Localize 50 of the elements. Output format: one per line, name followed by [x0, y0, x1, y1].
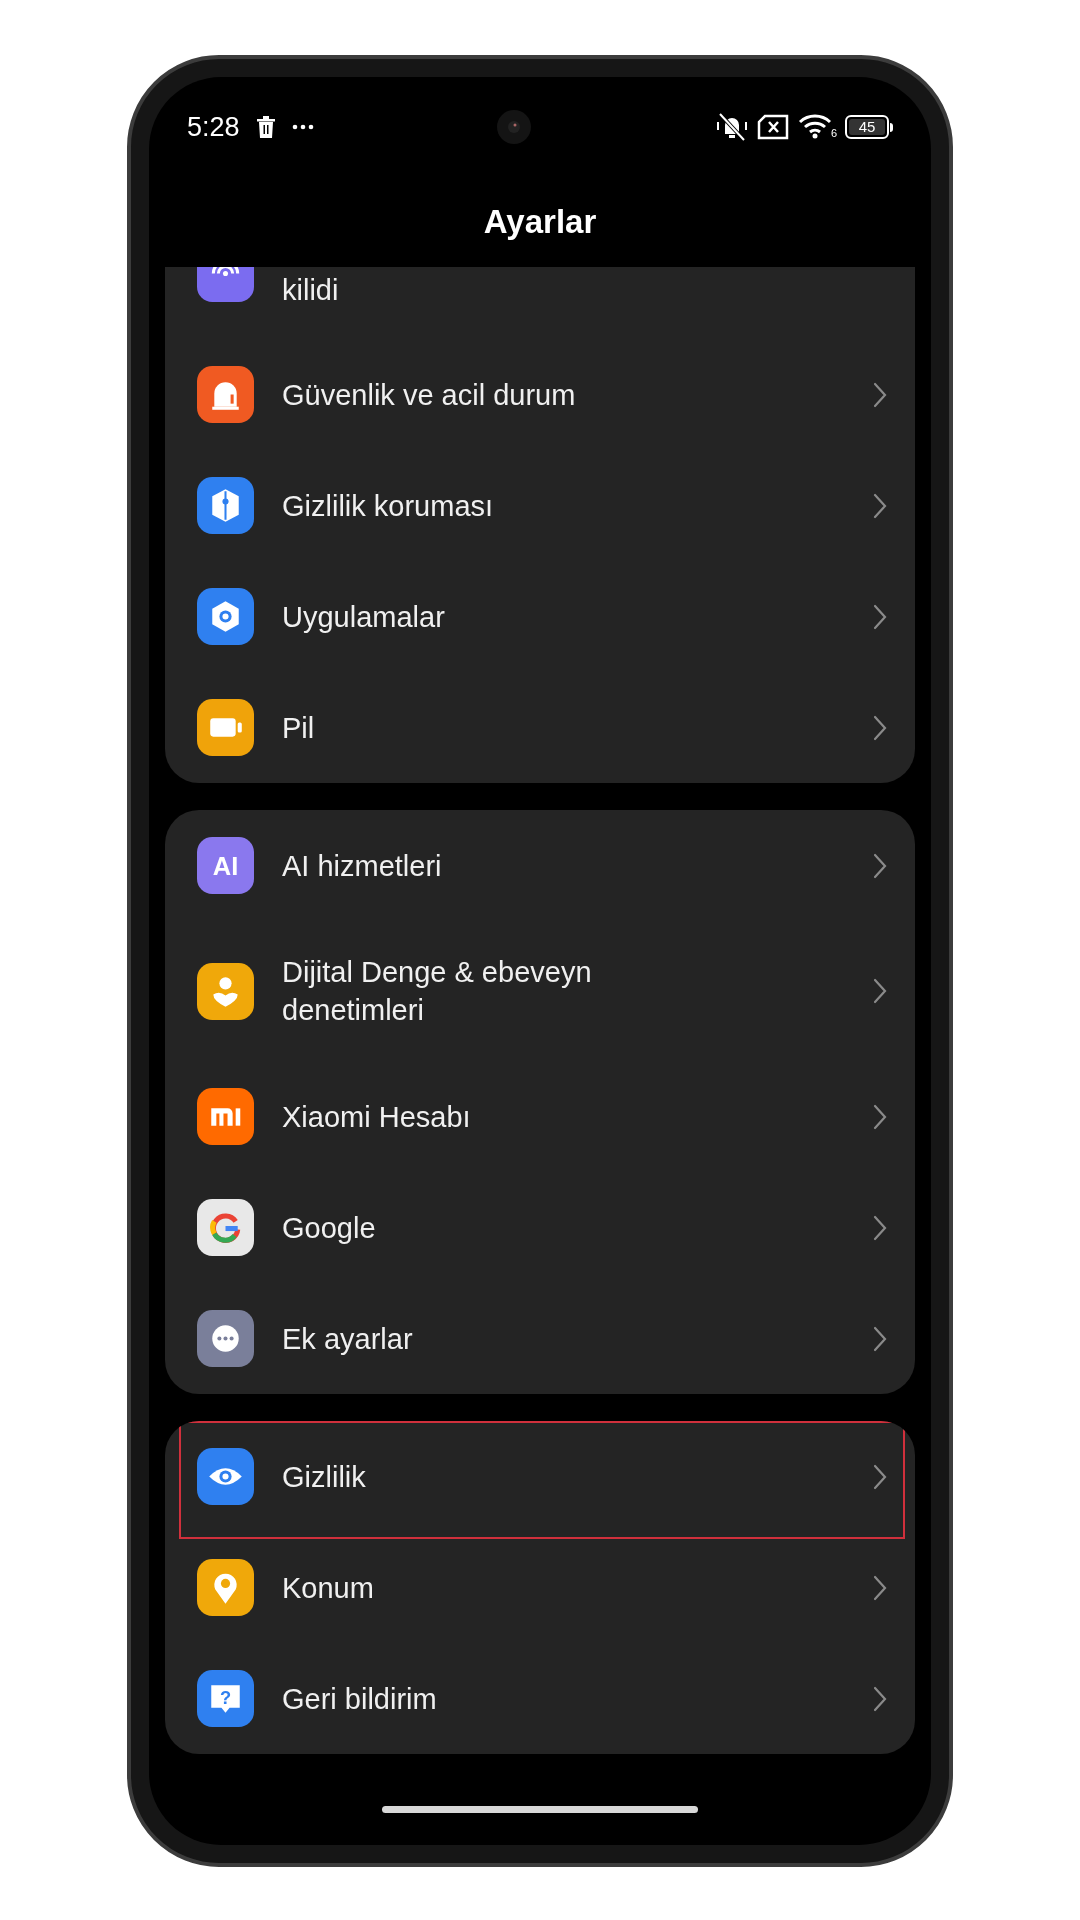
settings-row[interactable]: Gizlilik — [165, 1421, 915, 1532]
chevron-right-icon — [873, 1214, 887, 1241]
settings-row[interactable]: ? Geri bildirim — [165, 1643, 915, 1754]
row-label: Dijital Denge & ebeveyn denetimleri — [282, 955, 593, 1028]
settings-row[interactable]: Güvenlik ve acil durum — [165, 339, 915, 450]
home-indicator[interactable] — [382, 1806, 698, 1813]
chevron-right-icon — [873, 1685, 887, 1712]
more-dots-icon — [291, 124, 314, 130]
row-label: Pil — [282, 710, 316, 746]
settings-row[interactable]: Xiaomi Hesabı — [165, 1061, 915, 1172]
chevron-right-icon — [873, 1325, 887, 1352]
settings-row[interactable]: Dijital Denge & ebeveyn denetimleri — [165, 921, 915, 1061]
wifi-standard-label: 6 — [830, 125, 837, 141]
battery-level: 45 — [849, 119, 885, 135]
row-label: AI hizmetleri — [282, 848, 443, 884]
row-label: Google — [282, 1210, 377, 1246]
row-label: Geri bildirim — [282, 1681, 438, 1717]
chevron-right-icon — [873, 381, 887, 408]
row-label: Gizlilik — [282, 1459, 367, 1495]
chevron-right-icon — [873, 1463, 887, 1490]
settings-row[interactable]: Pil — [165, 672, 915, 783]
row-label: Konum — [282, 1570, 375, 1606]
settings-row[interactable]: Ek ayarlar — [165, 1283, 915, 1394]
row-label: Ek ayarlar — [282, 1321, 414, 1357]
settings-row[interactable]: kilidi — [165, 267, 915, 339]
ai-icon: AI — [197, 837, 254, 894]
feedback-icon: ? — [197, 1670, 254, 1727]
settings-row[interactable]: Uygulamalar — [165, 561, 915, 672]
row-label: Güvenlik ve acil durum — [282, 377, 577, 413]
status-time: 5:28 — [187, 110, 240, 144]
page-title: Ayarlar — [483, 202, 597, 243]
row-label: kilidi — [282, 273, 340, 308]
chevron-right-icon — [873, 1103, 887, 1130]
row-label: Gizlilik koruması — [282, 488, 495, 524]
chevron-right-icon — [873, 714, 887, 741]
muted-bell-icon — [714, 112, 749, 142]
chevron-right-icon — [873, 492, 887, 519]
chevron-right-icon — [873, 978, 887, 1004]
front-camera-icon — [496, 109, 533, 145]
settings-row[interactable]: Gizlilik koruması — [165, 450, 915, 561]
chevron-right-icon — [873, 603, 887, 630]
settings-row[interactable]: AI AI hizmetleri — [165, 810, 915, 921]
settings-row[interactable]: Konum — [165, 1532, 915, 1643]
chevron-right-icon — [873, 1574, 887, 1601]
settings-row[interactable]: Google — [165, 1172, 915, 1283]
no-sim-icon — [756, 114, 789, 140]
row-label: Uygulamalar — [282, 599, 446, 635]
row-label: Xiaomi Hesabı — [282, 1099, 472, 1135]
trash-icon — [255, 116, 276, 138]
chevron-right-icon — [873, 852, 887, 879]
